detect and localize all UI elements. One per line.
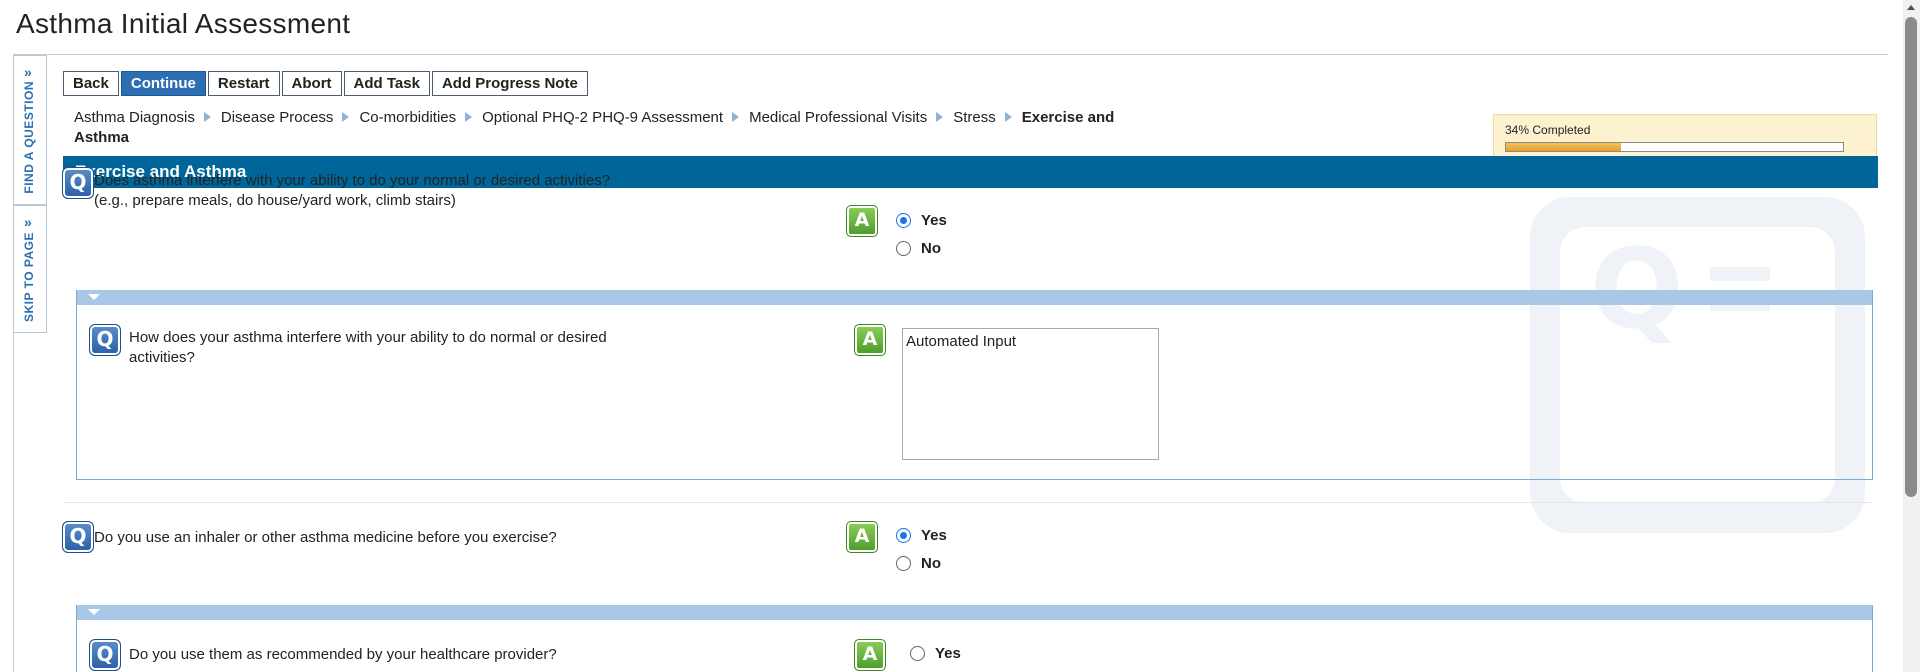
answer-icon: A <box>846 205 878 237</box>
restart-button[interactable]: Restart <box>207 71 280 96</box>
question-hint: (e.g., prepare meals, do house/yard work… <box>94 192 456 209</box>
radio-button[interactable] <box>896 528 911 543</box>
breadcrumb-arrow-icon <box>342 112 350 123</box>
add-task-button[interactable]: Add Task <box>343 71 430 96</box>
breadcrumb-item[interactable]: Stress <box>953 109 996 126</box>
collapse-triangle-icon <box>88 294 100 300</box>
question-text: Does asthma interfere with your ability … <box>94 171 654 211</box>
breadcrumb: Asthma Diagnosis Disease Process Co-morbid… <box>74 108 1164 148</box>
radio-label: Yes <box>935 645 961 662</box>
radio-option-yes[interactable]: Yes <box>910 645 961 662</box>
vertical-scrollbar[interactable] <box>1903 0 1920 672</box>
breadcrumb-arrow-icon <box>1004 112 1012 123</box>
subpanel-toggle[interactable] <box>77 605 1872 620</box>
question-line: Does asthma interfere with your ability … <box>94 172 611 189</box>
radio-button[interactable] <box>896 213 911 228</box>
question-text: How does your asthma interfere with your… <box>129 328 669 368</box>
progress-box: 34% Completed <box>1493 114 1877 158</box>
question-line: How does your asthma interfere with your… <box>129 329 607 346</box>
breadcrumb-arrow-icon <box>732 112 740 123</box>
radio-label: No <box>921 555 941 572</box>
progress-label: 34% Completed <box>1505 123 1591 137</box>
scroll-thumb[interactable] <box>1905 17 1917 497</box>
question-line: activities? <box>129 349 195 366</box>
question-text: Do you use them as recommended by your h… <box>129 646 557 663</box>
answer-icon: A <box>854 639 886 671</box>
breadcrumb-item[interactable]: Optional PHQ-2 PHQ-9 Assessment <box>482 109 723 126</box>
radio-label: Yes <box>921 212 947 229</box>
add-progress-note-button[interactable]: Add Progress Note <box>431 71 588 96</box>
back-button[interactable]: Back <box>63 71 119 96</box>
question-icon: Q <box>62 167 94 199</box>
subpanel-toggle[interactable] <box>77 290 1872 305</box>
find-question-label: FIND A QUESTION <box>22 81 36 194</box>
toolbar: Back Continue Restart Abort Add Task Add… <box>63 71 588 96</box>
radio-option-no[interactable]: No <box>896 240 941 257</box>
divider <box>63 502 1873 503</box>
subquestion-panel: Q How does your asthma interfere with yo… <box>76 290 1873 480</box>
breadcrumb-arrow-icon <box>465 112 473 123</box>
main-content: Back Continue Restart Abort Add Task Add… <box>48 55 1888 672</box>
radio-option-yes[interactable]: Yes <box>896 527 947 544</box>
breadcrumb-arrow-icon <box>203 112 211 123</box>
radio-label: No <box>921 240 941 257</box>
page-title: Asthma Initial Assessment <box>16 8 351 39</box>
scroll-up-arrow-icon[interactable] <box>1907 5 1915 10</box>
answer-icon: A <box>846 521 878 553</box>
radio-label: Yes <box>921 527 947 544</box>
continue-button[interactable]: Continue <box>120 71 206 96</box>
breadcrumb-item[interactable]: Co-morbidities <box>359 109 456 126</box>
radio-button[interactable] <box>910 646 925 661</box>
breadcrumb-arrow-icon <box>936 112 944 123</box>
radio-option-no[interactable]: No <box>896 555 941 572</box>
question-icon: Q <box>89 639 121 671</box>
skip-to-page-tab[interactable]: » SKIP TO PAGE <box>13 205 47 333</box>
radio-button[interactable] <box>896 556 911 571</box>
breadcrumb-item[interactable]: Medical Professional Visits <box>749 109 927 126</box>
find-question-tab[interactable]: » FIND A QUESTION <box>13 55 47 205</box>
radio-button[interactable] <box>896 241 911 256</box>
double-chevron-right-icon: » <box>24 214 32 230</box>
skip-to-page-label: SKIP TO PAGE <box>22 231 36 322</box>
breadcrumb-item[interactable]: Asthma Diagnosis <box>74 109 195 126</box>
progress-bar <box>1505 142 1844 152</box>
answer-textarea[interactable]: Automated Input <box>902 328 1159 460</box>
breadcrumb-item[interactable]: Disease Process <box>221 109 334 126</box>
radio-option-yes[interactable]: Yes <box>896 212 947 229</box>
answer-icon: A <box>854 324 886 356</box>
double-chevron-right-icon: » <box>24 64 32 80</box>
abort-button[interactable]: Abort <box>281 71 342 96</box>
collapse-triangle-icon <box>88 609 100 615</box>
subquestion-panel: Q Do you use them as recommended by your… <box>76 605 1873 672</box>
question-text: Do you use an inhaler or other asthma me… <box>94 529 557 546</box>
question-icon: Q <box>62 521 94 553</box>
progress-fill <box>1506 143 1621 151</box>
question-icon: Q <box>89 324 121 356</box>
